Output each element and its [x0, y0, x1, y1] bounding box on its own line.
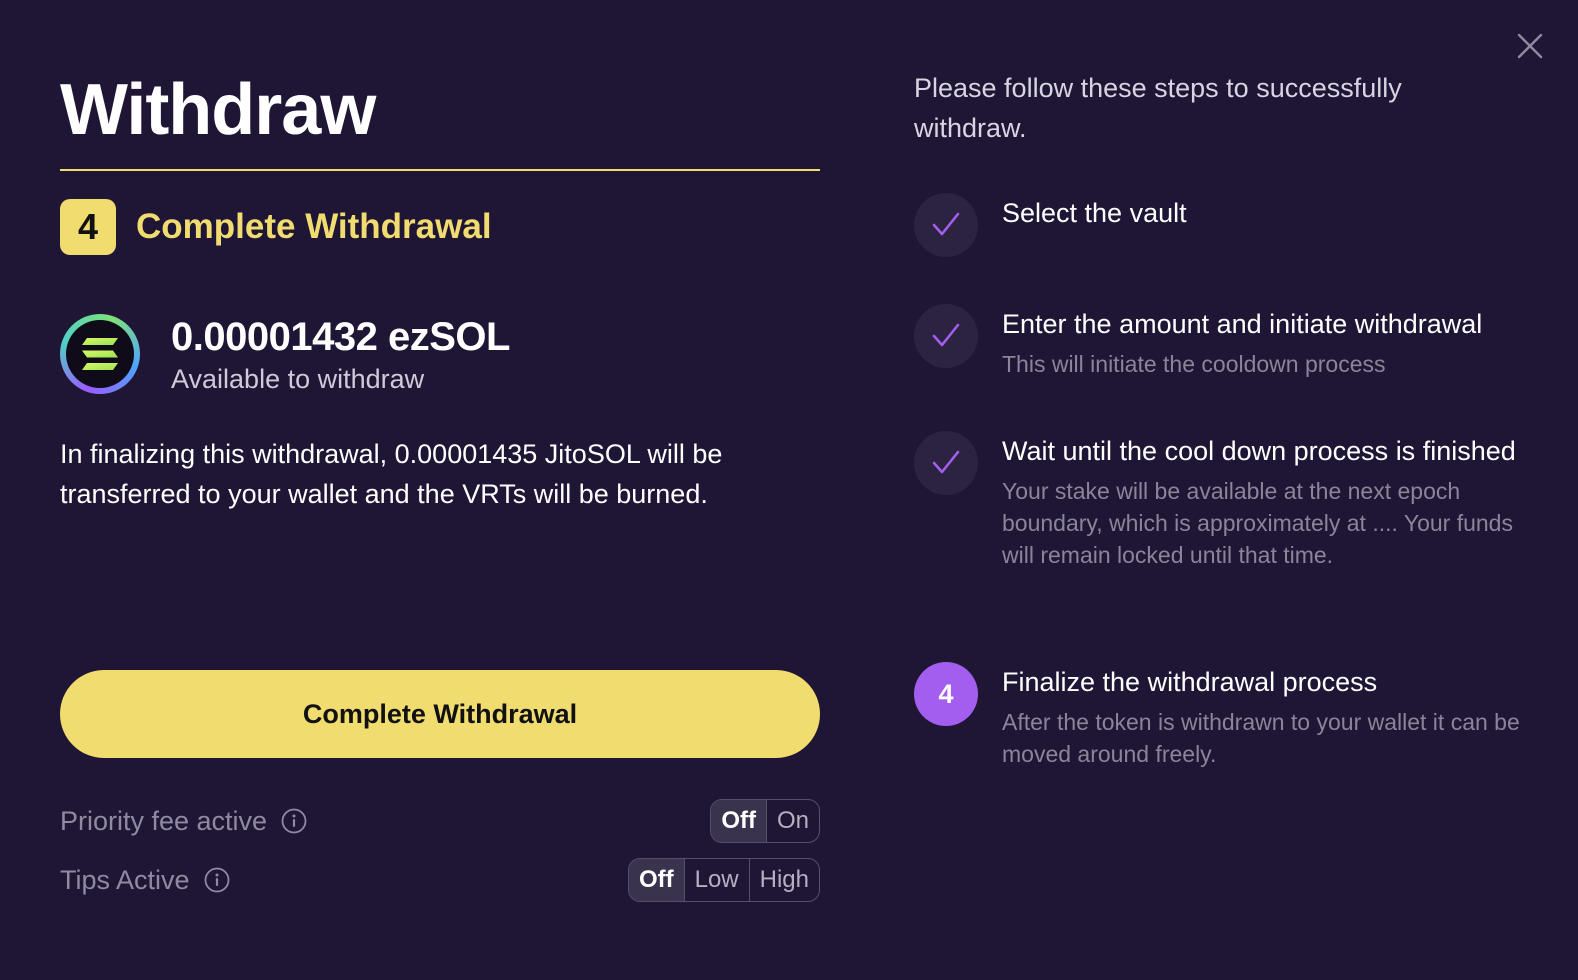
solana-token-icon	[60, 314, 140, 394]
info-icon[interactable]	[204, 867, 230, 893]
solana-logo-icon	[82, 338, 118, 370]
complete-withdrawal-button[interactable]: Complete Withdrawal	[60, 670, 820, 758]
step-number-circle: 4	[914, 662, 978, 726]
priority-fee-toggle: Off On	[710, 799, 820, 843]
token-summary: 0.00001432 ezSOL Available to withdraw	[60, 314, 510, 395]
check-icon	[932, 212, 960, 236]
token-amount: 0.00001432 ezSOL	[171, 315, 510, 359]
finalize-message: In finalizing this withdrawal, 0.0000143…	[60, 439, 723, 509]
step-title: Select the vault	[1002, 198, 1187, 228]
priority-fee-on-option[interactable]: On	[765, 800, 819, 842]
check-icon	[932, 450, 960, 474]
step-description: After the token is withdrawn to your wal…	[1002, 709, 1520, 767]
close-button[interactable]	[1514, 30, 1546, 62]
tips-high-option[interactable]: High	[748, 859, 819, 901]
token-subtitle: Available to withdraw	[171, 364, 425, 394]
tips-toggle: Off Low High	[627, 858, 820, 902]
tips-off-option[interactable]: Off	[628, 859, 684, 901]
info-icon[interactable]	[281, 808, 307, 834]
step-heading-label: Complete Withdrawal	[136, 207, 492, 246]
tips-low-option[interactable]: Low	[683, 859, 749, 901]
tips-setting: Tips Active Off Low High	[60, 858, 820, 902]
step-description: Your stake will be available at the next…	[1002, 478, 1513, 568]
step-title: Enter the amount and initiate withdrawal	[1002, 309, 1483, 339]
priority-fee-off-option[interactable]: Off	[711, 800, 766, 842]
step-title: Finalize the withdrawal process	[1002, 667, 1378, 697]
priority-fee-setting: Priority fee active Off On	[60, 799, 820, 843]
priority-fee-label: Priority fee active	[60, 805, 268, 836]
withdraw-modal: Withdraw 4 Complete Withdrawal 0.0000143…	[0, 0, 1578, 980]
step-number-badge: 4	[60, 199, 116, 255]
step-title: Wait until the cool down process is fini…	[1002, 436, 1516, 466]
step-status-circle	[914, 193, 978, 257]
current-step-heading: 4 Complete Withdrawal	[60, 199, 492, 255]
title-divider	[60, 169, 820, 171]
step-status-circle	[914, 431, 978, 495]
step-status-circle	[914, 304, 978, 368]
close-icon	[1517, 33, 1543, 59]
check-icon	[932, 323, 960, 347]
page-title: Withdraw	[60, 70, 376, 150]
step-description: This will initiate the cooldown process	[1002, 351, 1386, 377]
instructions-intro: Please follow these steps to successfull…	[914, 73, 1402, 143]
tips-label: Tips Active	[60, 864, 190, 895]
